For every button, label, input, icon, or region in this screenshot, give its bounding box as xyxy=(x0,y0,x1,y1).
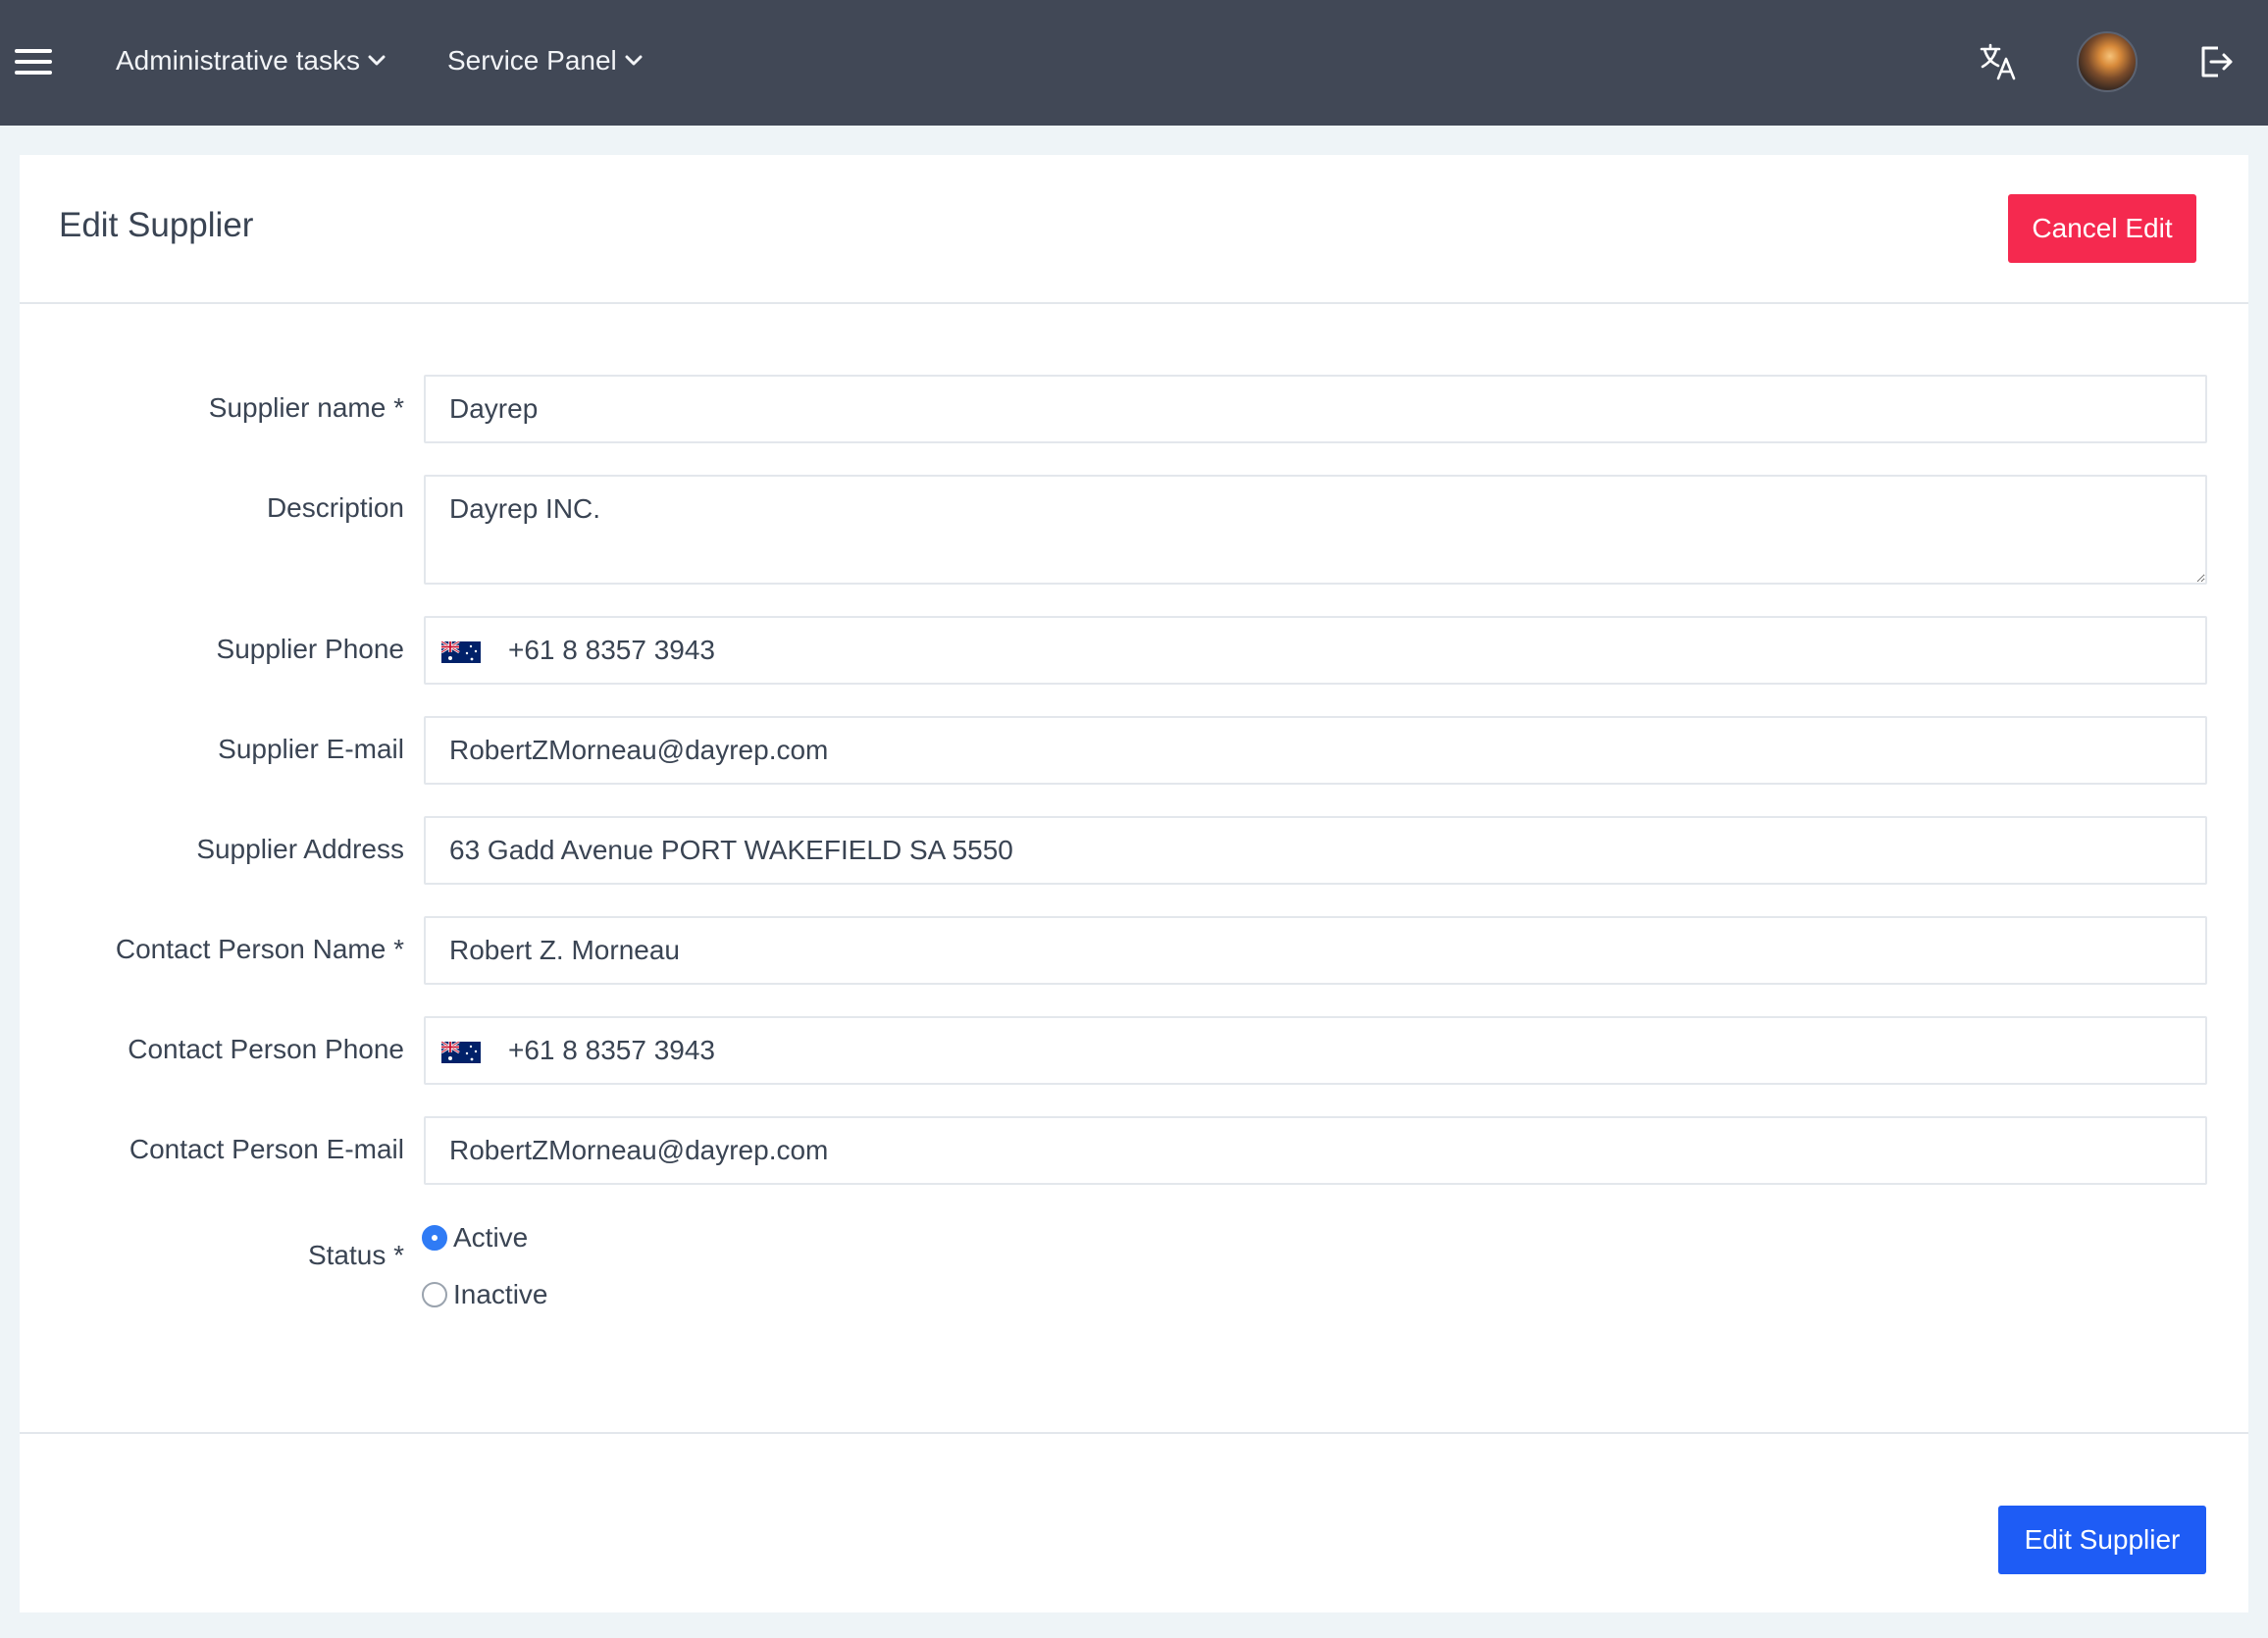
nav-service-panel[interactable]: Service Panel xyxy=(447,39,643,82)
status-option-inactive[interactable]: Inactive xyxy=(422,1275,548,1314)
australia-flag-icon[interactable] xyxy=(441,641,481,663)
supplier-name-label: Supplier name * xyxy=(208,392,404,423)
cancel-edit-button[interactable]: Cancel Edit xyxy=(2008,194,2196,263)
logout-icon[interactable] xyxy=(2190,35,2242,88)
contact-email-label: Contact Person E-mail xyxy=(129,1134,404,1164)
page-title: Edit Supplier xyxy=(59,206,254,244)
supplier-address-label: Supplier Address xyxy=(196,834,404,864)
nav-administrative-tasks-label: Administrative tasks xyxy=(116,45,360,76)
chevron-down-icon xyxy=(368,55,386,66)
supplier-phone-input[interactable] xyxy=(508,618,2176,683)
chevron-down-icon xyxy=(625,55,643,66)
contact-name-label: Contact Person Name * xyxy=(115,934,404,964)
supplier-email-input[interactable] xyxy=(424,716,2207,785)
status-inactive-radio[interactable] xyxy=(422,1282,447,1307)
status-label: Status * xyxy=(307,1240,404,1270)
status-inactive-label: Inactive xyxy=(453,1279,548,1309)
supplier-address-input[interactable] xyxy=(424,816,2207,885)
edit-supplier-button[interactable]: Edit Supplier xyxy=(1998,1506,2206,1574)
australia-flag-icon[interactable] xyxy=(441,1042,481,1063)
status-radio-group: Active Inactive xyxy=(422,1218,548,1332)
contact-name-input[interactable] xyxy=(424,916,2207,985)
nav-administrative-tasks[interactable]: Administrative tasks xyxy=(116,39,386,82)
supplier-phone-label: Supplier Phone xyxy=(216,634,404,664)
status-option-active[interactable]: Active xyxy=(422,1218,548,1257)
edit-supplier-card: Edit Supplier Cancel Edit Supplier name … xyxy=(20,155,2248,1612)
contact-phone-field xyxy=(424,1016,2207,1085)
hamburger-icon[interactable] xyxy=(15,49,52,75)
status-active-radio[interactable] xyxy=(422,1225,447,1251)
contact-email-input[interactable] xyxy=(424,1116,2207,1185)
nav-service-panel-label: Service Panel xyxy=(447,45,617,76)
description-label: Description xyxy=(266,492,404,523)
translate-icon[interactable] xyxy=(1972,35,2025,88)
supplier-email-label: Supplier E-mail xyxy=(218,734,404,764)
card-header: Edit Supplier Cancel Edit xyxy=(20,155,2248,304)
description-textarea[interactable]: Dayrep INC. xyxy=(424,475,2207,585)
status-active-label: Active xyxy=(453,1222,529,1253)
footer-divider xyxy=(20,1432,2248,1434)
top-navbar: Administrative tasks Service Panel xyxy=(0,0,2268,126)
contact-phone-input[interactable] xyxy=(508,1018,2176,1083)
supplier-phone-field xyxy=(424,616,2207,685)
avatar[interactable] xyxy=(2077,31,2138,92)
contact-phone-label: Contact Person Phone xyxy=(128,1034,404,1064)
supplier-name-input[interactable] xyxy=(424,375,2207,443)
